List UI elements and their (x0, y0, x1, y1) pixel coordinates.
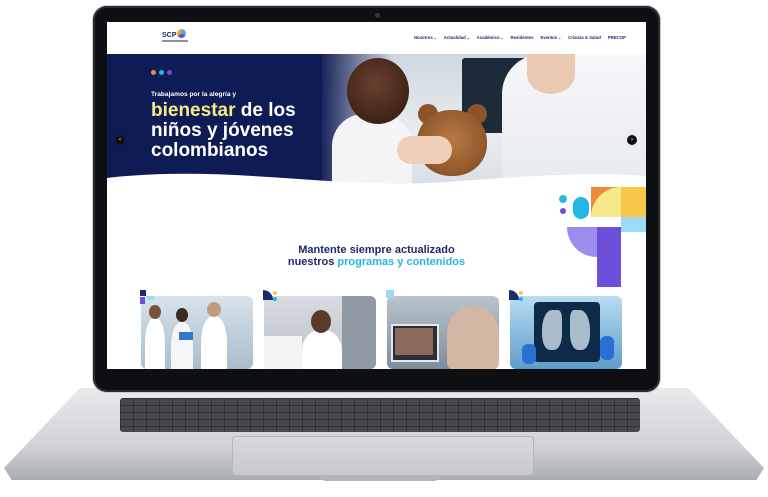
dot-orange (151, 70, 156, 75)
nav-item-label: Crianza & Salud (568, 35, 601, 40)
chevron-down-icon: ⌄ (433, 35, 437, 40)
nav-item-acad-mico[interactable]: Académico ⌄ (477, 35, 504, 40)
chevron-down-icon: ⌄ (558, 35, 562, 40)
photo-head (311, 310, 331, 333)
decorative-shapes (559, 187, 646, 287)
photo-lung-right (570, 310, 590, 350)
photo-lung-left (542, 310, 562, 350)
slider-prev-button[interactable]: ‹ (115, 135, 125, 145)
hero-kicker: Trabajamos por la alegría y (151, 91, 237, 98)
main-nav: Nosotros ⌄ Actualidad ⌄ Académico ⌄ Residentes… (414, 35, 626, 40)
photo-figure (201, 316, 227, 369)
program-card-residents[interactable] (141, 296, 253, 369)
nav-item-actualidad[interactable]: Actualidad ⌄ (444, 35, 470, 40)
dot-purple (167, 70, 172, 75)
chevron-down-icon: ⌄ (500, 35, 504, 40)
photo-figure (145, 318, 165, 369)
program-card-xray[interactable] (510, 296, 622, 369)
card-tag-icon (263, 290, 277, 301)
program-card-telemedicine[interactable] (387, 296, 499, 369)
hero-banner: Trabajamos por la alegría y bienestar de… (107, 54, 646, 189)
nav-item-precop[interactable]: PRECOP (608, 35, 626, 40)
photo-shelf (342, 296, 376, 369)
hero-wave (107, 173, 646, 189)
site-header: SCP Nosotros ⌄ Actualidad ⌄ Académico ⌄ Reside… (107, 22, 646, 54)
program-card-doctor[interactable] (264, 296, 376, 369)
photo-head (207, 302, 221, 317)
photo-tablet-screen (395, 328, 433, 355)
laptop-trackpad (232, 436, 534, 476)
hero-title-highlight: bienestar (151, 100, 236, 121)
hero-title-line-3: colombianos (151, 140, 269, 161)
slider-next-button[interactable]: › (627, 135, 637, 145)
section-title-highlight: programas y contenidos (337, 256, 466, 268)
photo-figure (447, 306, 499, 369)
photo-doctor-face (527, 54, 575, 94)
webcam-icon (375, 13, 380, 18)
program-cards (140, 290, 622, 369)
laptop-mockup: SCP Nosotros ⌄ Actualidad ⌄ Académico ⌄ Reside… (0, 0, 768, 497)
hero-title-line-2: niños y jóvenes (151, 120, 294, 141)
card-tag-icon (509, 290, 523, 301)
dot-cyan (159, 70, 164, 75)
photo-figure (171, 322, 193, 369)
laptop-keyboard (120, 398, 640, 432)
nav-item-label: Actualidad (443, 35, 466, 40)
logo-mark-icon (177, 29, 186, 38)
card-tag-icon (140, 290, 154, 304)
photo-glove (600, 336, 614, 360)
nav-item-eventos[interactable]: Eventos ⌄ (540, 35, 561, 40)
section-title-line-1: Mantente siempre actualizado (298, 244, 455, 256)
photo-head (176, 308, 188, 322)
photo-folder (179, 332, 193, 340)
hero-title: bienestar de los niños y jóvenes colombi… (151, 101, 371, 161)
photo-figure (302, 330, 342, 369)
section-title-prefix: nuestros (287, 256, 338, 268)
nav-item-label: PRECOP (607, 35, 626, 40)
chevron-down-icon: ⌄ (466, 35, 470, 40)
nav-item-label: Académico (476, 35, 500, 40)
logo-text: SCP (162, 32, 177, 39)
website-screen: SCP Nosotros ⌄ Actualidad ⌄ Académico ⌄ Reside… (107, 22, 646, 369)
nav-item-crianza-salud[interactable]: Crianza & Salud (568, 35, 601, 40)
laptop-notch (320, 475, 440, 481)
scp-logo[interactable]: SCP (162, 29, 188, 47)
laptop-lid: SCP Nosotros ⌄ Actualidad ⌄ Académico ⌄ Reside… (93, 6, 660, 392)
section-title: Mantente siempre actualizado nuestros pr… (107, 244, 646, 268)
hero-dots (151, 70, 172, 75)
logo-tagline (162, 40, 188, 42)
nav-item-label: Residentes (510, 35, 534, 40)
nav-item-label: Eventos (540, 35, 558, 40)
card-tag-icon (386, 290, 394, 298)
photo-head (149, 305, 161, 319)
nav-item-residentes[interactable]: Residentes (511, 35, 534, 40)
nav-item-nosotros[interactable]: Nosotros ⌄ (414, 35, 437, 40)
nav-item-label: Nosotros (413, 35, 433, 40)
hero-title-rest: de los (235, 100, 296, 121)
photo-laptop (264, 336, 302, 369)
photo-glove (522, 344, 536, 364)
